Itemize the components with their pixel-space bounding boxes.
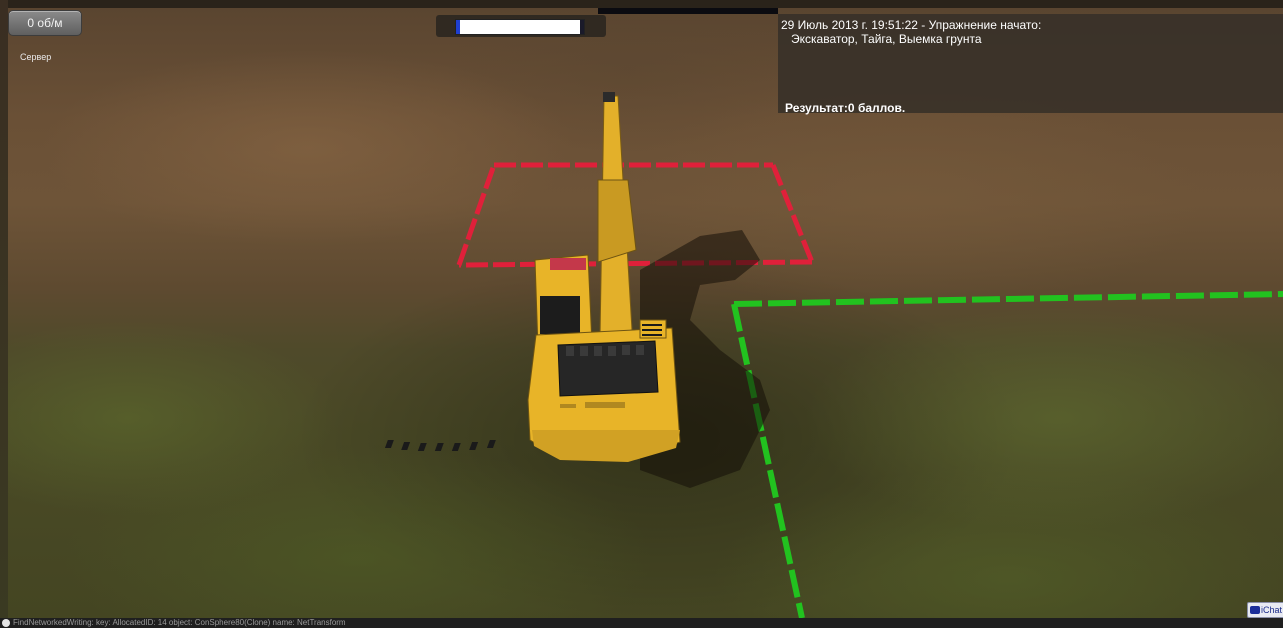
green-boundary-line: [731, 291, 1283, 619]
progress-cap: [456, 20, 460, 34]
log-entry-header: 29 Июль 2013 г. 19:51:22 - Упражнение на…: [781, 18, 1042, 32]
chat-button-label: iChat: [1261, 605, 1283, 615]
score-result: Результат:0 баллов.: [785, 101, 906, 115]
server-label: Сервер: [20, 52, 52, 62]
chat-button[interactable]: iChat: [1247, 602, 1283, 618]
log-entry-detail: Экскаватор, Тайга, Выемка грунта: [791, 32, 982, 46]
info-icon: [2, 619, 10, 627]
status-message: FindNetworkedWriting: key: AllocatedID: …: [13, 618, 346, 627]
excavator: [384, 92, 681, 462]
progress-fill: [456, 20, 581, 34]
event-log-panel: 29 Июль 2013 г. 19:51:22 - Упражнение на…: [778, 14, 1283, 115]
status-bar: FindNetworkedWriting: key: AllocatedID: …: [0, 618, 1283, 628]
chat-icon: [1250, 606, 1260, 614]
rpm-button[interactable]: 0 об/м: [8, 10, 82, 36]
progress-bar: [455, 19, 585, 35]
